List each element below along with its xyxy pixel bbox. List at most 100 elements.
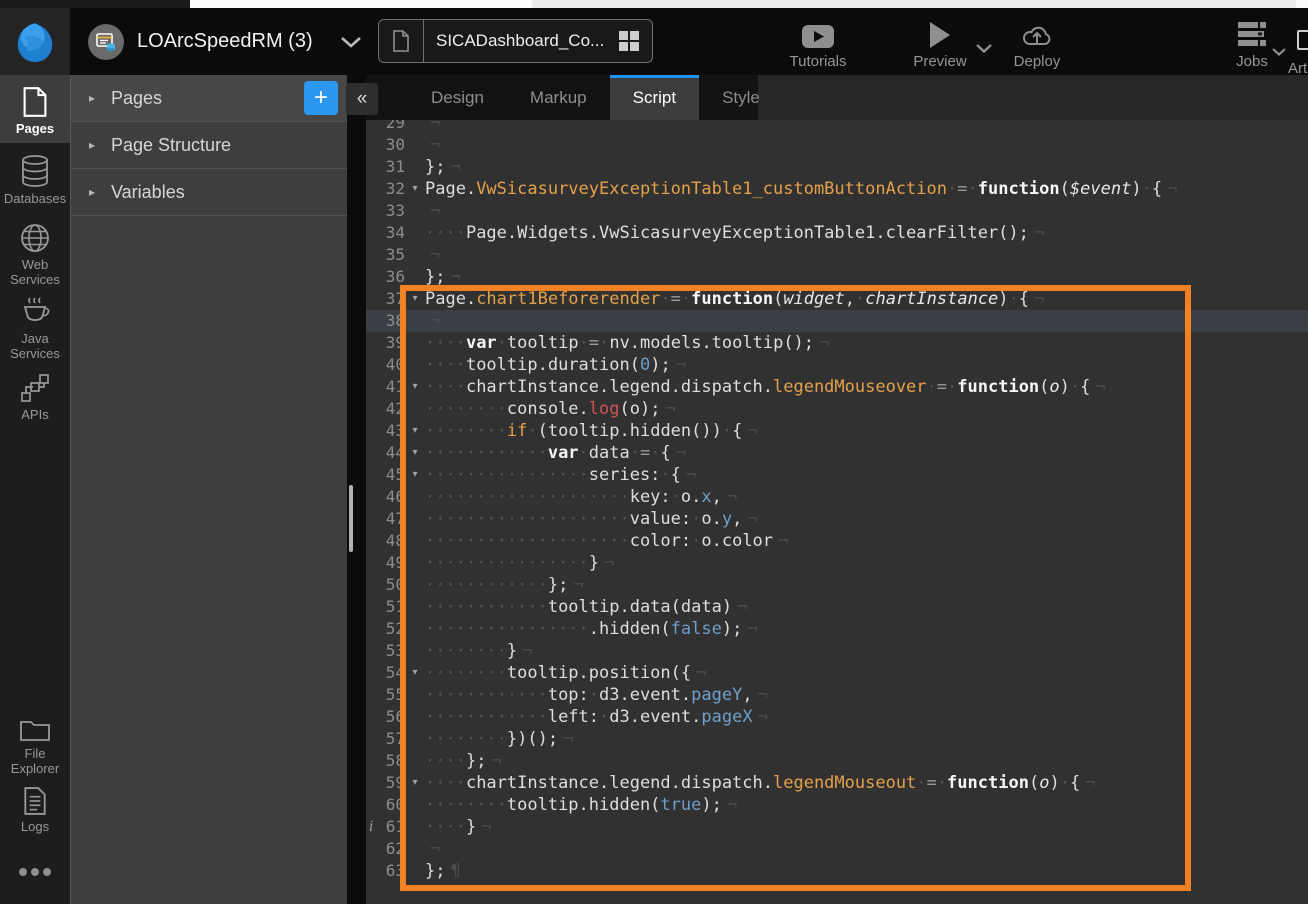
panel-section-page-structure[interactable]: ▸ Page Structure [71, 122, 347, 169]
project-selector[interactable]: LOArcSpeedRM (3) [88, 8, 362, 75]
sidebar-item-java-services[interactable]: Java Services [0, 297, 70, 361]
code-line[interactable]: 46····················key:·o.x,¬ [366, 486, 1308, 508]
code-line[interactable]: 51············tooltip.data(data)¬ [366, 596, 1308, 618]
deploy-button[interactable]: Deploy [1005, 22, 1069, 70]
code-text: Page.VwSicasurveyExceptionTable1_customB… [425, 178, 1177, 200]
code-line[interactable]: 56············left:·d3.event.pageX¬ [366, 706, 1308, 728]
preview-label: Preview [913, 53, 966, 70]
code-line[interactable]: 41▾····chartInstance.legend.dispatch.leg… [366, 376, 1308, 398]
code-text: ········console.log(o);¬ [425, 398, 676, 420]
code-line[interactable]: 34····Page.Widgets.VwSicasurveyException… [366, 222, 1308, 244]
jobs-button[interactable]: Jobs [1228, 22, 1276, 70]
code-line[interactable]: 38¬ [366, 310, 1308, 332]
fold-arrow-icon[interactable]: ▾ [405, 178, 425, 200]
code-line[interactable]: 54▾········tooltip.position({¬ [366, 662, 1308, 684]
code-line[interactable]: 63};¶ [366, 860, 1308, 882]
code-line[interactable]: 52················.hidden(false);¬ [366, 618, 1308, 640]
sidebar-label: Java Services [3, 331, 67, 361]
code-line[interactable]: 49················}¬ [366, 552, 1308, 574]
log-file-icon [23, 787, 47, 815]
add-page-button[interactable]: + [304, 81, 338, 115]
code-line[interactable]: 43▾········if·(tooltip.hidden())·{¬ [366, 420, 1308, 442]
code-line[interactable]: 30¬ [366, 134, 1308, 156]
info-gutter-icon[interactable]: i [369, 816, 373, 838]
tab-design[interactable]: Design [408, 75, 507, 120]
code-text: ········tooltip.position({¬ [425, 662, 706, 684]
folder-icon [20, 718, 50, 742]
line-number: 54 [366, 662, 405, 684]
project-avatar [88, 24, 124, 60]
fold-arrow-icon[interactable]: ▾ [405, 420, 425, 442]
code-line[interactable]: 32▾Page.VwSicasurveyExceptionTable1_cust… [366, 178, 1308, 200]
fold-gutter [405, 508, 425, 530]
code-line[interactable]: 31};¬ [366, 156, 1308, 178]
code-line[interactable]: 35¬ [366, 244, 1308, 266]
code-line[interactable]: 55············top:·d3.event.pageY,¬ [366, 684, 1308, 706]
code-text: ¬ [425, 310, 440, 332]
code-line[interactable]: 36};¬ [366, 266, 1308, 288]
preview-chevron-down-icon[interactable] [976, 44, 992, 53]
code-line[interactable]: 53········}¬ [366, 640, 1308, 662]
line-number: 36 [366, 266, 405, 288]
sidebar-item-web-services[interactable]: Web Services [0, 223, 70, 287]
fold-gutter [405, 266, 425, 288]
code-line[interactable]: 40····tooltip.duration(0);¬ [366, 354, 1308, 376]
preview-button[interactable]: Preview [908, 22, 972, 70]
code-line[interactable]: 62¬ [366, 838, 1308, 860]
code-line[interactable]: 39····var·tooltip·=·nv.models.tooltip();… [366, 332, 1308, 354]
code-line[interactable]: 45▾················series:·{¬ [366, 464, 1308, 486]
code-text: ········}¬ [425, 640, 532, 662]
sidebar-item-pages[interactable]: Pages [0, 75, 70, 143]
code-line[interactable]: 37▾Page.chart1Beforerender·=·function(wi… [366, 288, 1308, 310]
project-chevron-down-icon[interactable] [340, 36, 362, 48]
fold-arrow-icon[interactable]: ▾ [405, 772, 425, 794]
panel-scrollbar-thumb[interactable] [349, 485, 353, 552]
fold-arrow-icon[interactable]: ▾ [405, 464, 425, 486]
code-line[interactable]: 33¬ [366, 200, 1308, 222]
open-page-tab[interactable]: SICADashboard_Co... [378, 19, 653, 63]
jobs-chevron-down-icon[interactable] [1272, 48, 1286, 56]
code-line[interactable]: 42········console.log(o);¬ [366, 398, 1308, 420]
grid-view-icon[interactable] [618, 30, 652, 52]
sidebar-item-logs[interactable]: Logs [0, 787, 70, 834]
tutorials-button[interactable]: Tutorials [782, 22, 854, 70]
top-strip-dark-segment [0, 0, 190, 8]
sidebar-item-apis[interactable]: APIs [0, 373, 70, 422]
code-text: ····tooltip.duration(0);¬ [425, 354, 686, 376]
caret-right-icon[interactable]: ▸ [89, 91, 103, 105]
caret-right-icon[interactable]: ▸ [89, 138, 103, 152]
code-line[interactable]: 29¬ [366, 120, 1308, 134]
sidebar-item-file-explorer[interactable]: File Explorer [0, 718, 70, 776]
script-code-editor[interactable]: 29¬30¬31};¬32▾Page.VwSicasurveyException… [366, 120, 1308, 904]
fold-arrow-icon[interactable]: ▾ [405, 662, 425, 684]
wavemaker-logo[interactable] [0, 8, 70, 75]
fold-arrow-icon[interactable]: ▾ [405, 376, 425, 398]
code-line[interactable]: 59▾····chartInstance.legend.dispatch.leg… [366, 772, 1308, 794]
fold-arrow-icon[interactable]: ▾ [405, 288, 425, 310]
sidebar-item-databases[interactable]: Databases [0, 155, 70, 206]
tab-style[interactable]: Style [699, 75, 783, 120]
tab-markup[interactable]: Markup [507, 75, 610, 120]
tab-script[interactable]: Script [610, 75, 699, 120]
code-line[interactable]: 47····················value:·o.y,¬ [366, 508, 1308, 530]
code-line[interactable]: 57········})();¬ [366, 728, 1308, 750]
panel-section-variables[interactable]: ▸ Variables [71, 169, 347, 216]
sidebar-more-button[interactable] [0, 867, 70, 877]
fold-gutter [405, 816, 425, 838]
code-line[interactable]: 50············};¬ [366, 574, 1308, 596]
code-line[interactable]: i61····}¬ [366, 816, 1308, 838]
fold-arrow-icon[interactable]: ▾ [405, 442, 425, 464]
code-line[interactable]: 58····};¬ [366, 750, 1308, 772]
panel-section-pages[interactable]: ▸ Pages + [71, 75, 347, 122]
caret-right-icon[interactable]: ▸ [89, 185, 103, 199]
code-line[interactable]: 44▾············var·data·=·{¬ [366, 442, 1308, 464]
fold-gutter [405, 618, 425, 640]
line-number: 60 [366, 794, 405, 816]
code-line[interactable]: 48····················color:·o.color¬ [366, 530, 1308, 552]
code-line[interactable]: 60········tooltip.hidden(true);¬ [366, 794, 1308, 816]
more-dots-icon [18, 867, 52, 877]
coffee-icon [20, 297, 50, 327]
collapse-panel-button[interactable]: « [346, 83, 378, 115]
fold-gutter [405, 860, 425, 882]
cloud-upload-icon [1022, 22, 1052, 48]
